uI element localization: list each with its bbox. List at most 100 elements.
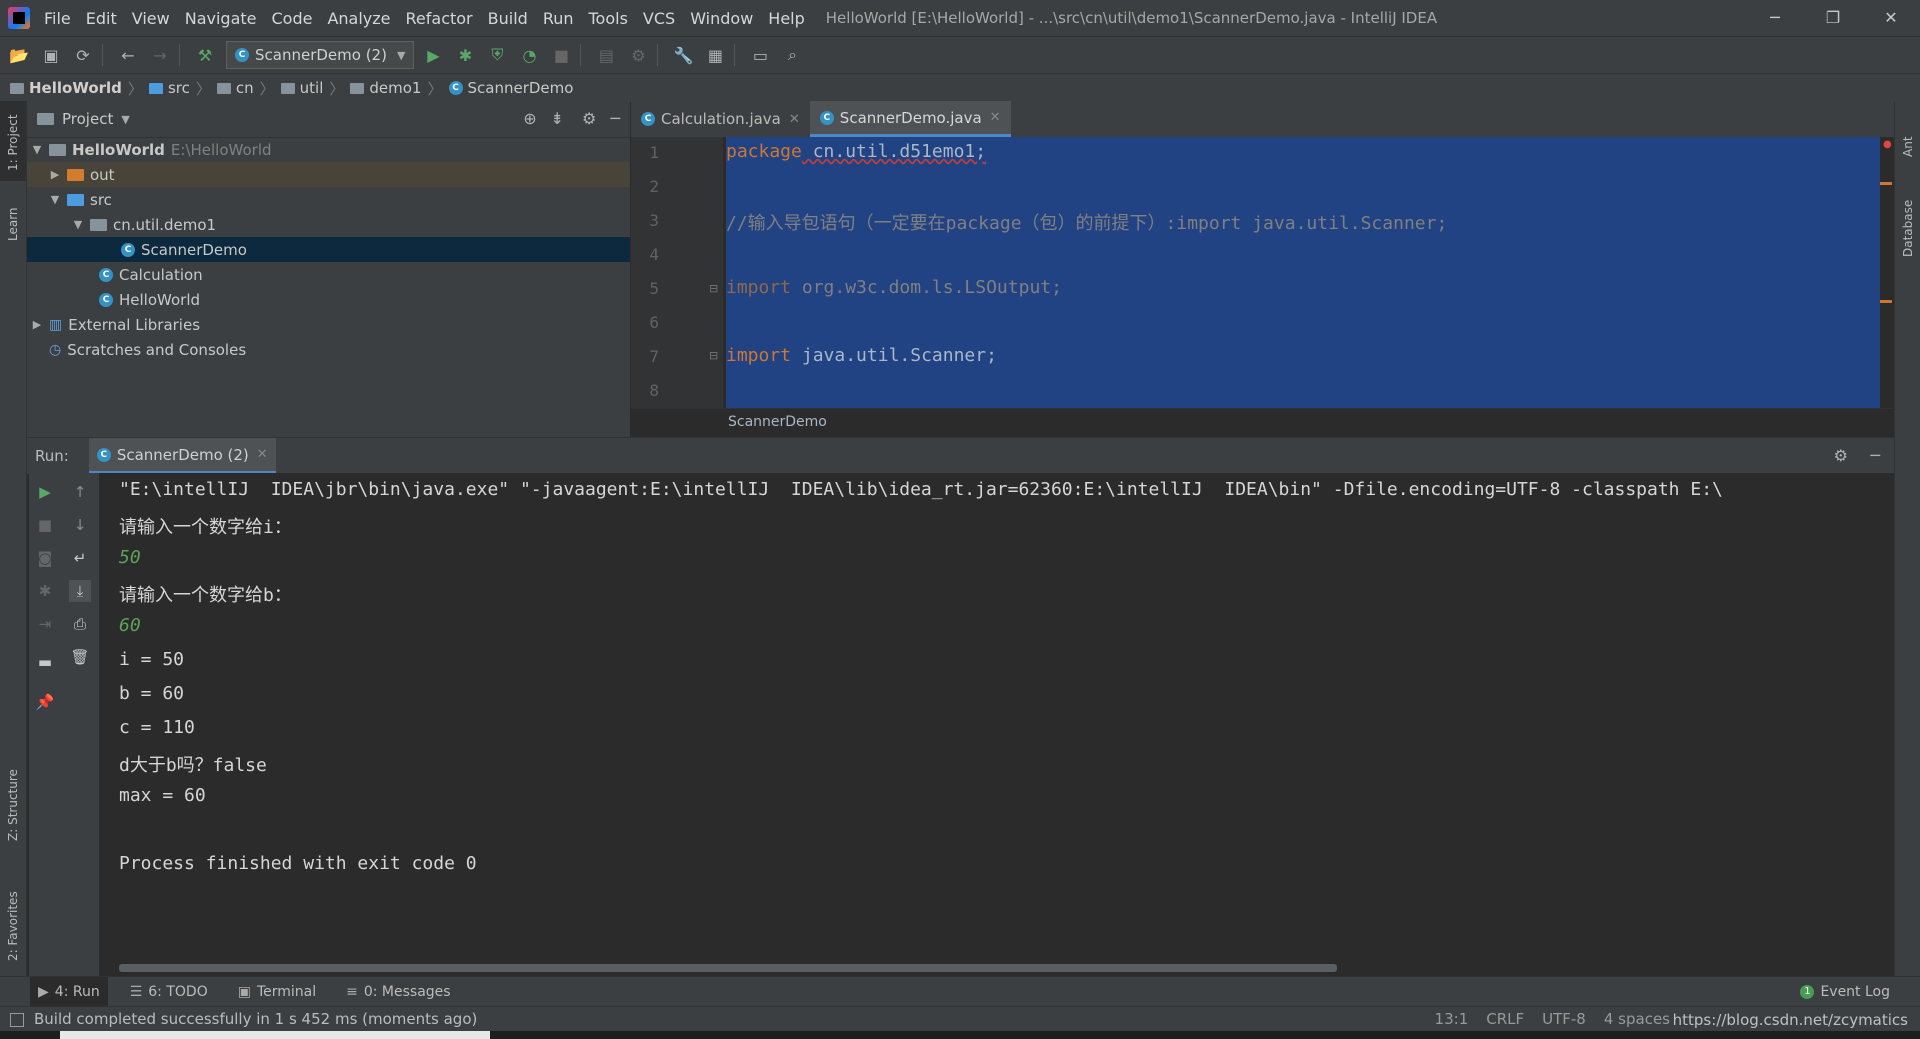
caret-position[interactable]: 13:1	[1435, 1010, 1469, 1028]
run-configuration-select[interactable]: C ScannerDemo (2) ▼	[226, 41, 415, 69]
soft-wrap-icon[interactable]: ↵	[69, 547, 91, 569]
stop-icon[interactable]: ■	[34, 514, 56, 536]
back-arrow-icon[interactable]: ←	[115, 42, 141, 68]
tool-tab-run[interactable]: ▶ 4: Run	[30, 977, 108, 1007]
tree-node-src[interactable]: ▼ src	[27, 187, 630, 212]
tool-tab-terminal[interactable]: ▣ Terminal	[230, 977, 324, 1007]
project-structure-icon[interactable]: ▦	[702, 42, 728, 68]
expanded-arrow-icon[interactable]: ▼	[72, 218, 84, 231]
project-view-select[interactable]: Project	[62, 110, 113, 128]
tab-scannerdemo[interactable]: C ScannerDemo.java ✕	[809, 101, 1011, 137]
fold-marker-icon[interactable]: ⊟	[709, 349, 718, 362]
expanded-arrow-icon[interactable]: ▼	[49, 193, 61, 206]
pin-icon[interactable]: 📌	[34, 691, 56, 713]
close-icon[interactable]: ✕	[1862, 0, 1920, 36]
tool-tab-ant[interactable]: Ant	[1895, 121, 1920, 161]
profile-icon[interactable]: ◔	[516, 42, 542, 68]
error-indicator-icon[interactable]: ●	[1883, 139, 1892, 150]
tree-node-helloworld[interactable]: C HelloWorld	[27, 287, 630, 312]
locate-target-icon[interactable]: ⊕	[523, 109, 536, 128]
menu-tools[interactable]: Tools	[589, 9, 628, 28]
tree-node-root[interactable]: ▼ HelloWorld E:\HelloWorld	[27, 137, 630, 162]
menu-analyze[interactable]: Analyze	[327, 9, 390, 28]
horizontal-scrollbar[interactable]	[119, 964, 1337, 972]
collapsed-arrow-icon[interactable]: ▶	[49, 168, 61, 181]
tree-node-scannerdemo[interactable]: C ScannerDemo	[27, 237, 630, 262]
menu-help[interactable]: Help	[768, 9, 804, 28]
error-stripe-mark[interactable]	[1880, 182, 1892, 185]
menu-code[interactable]: Code	[272, 9, 313, 28]
line-separator[interactable]: CRLF	[1486, 1010, 1524, 1028]
menu-refactor[interactable]: Refactor	[406, 9, 473, 28]
search-icon[interactable]: ⌕	[779, 42, 805, 68]
sync-icon[interactable]: ⟳	[70, 42, 96, 68]
code-area[interactable]: package cn.util.d51emo1; //输入导包语句（一定要在pa…	[726, 137, 1894, 408]
collapsed-arrow-icon[interactable]: ▶	[31, 318, 43, 331]
down-arrow-icon[interactable]: ↓	[69, 514, 91, 536]
open-folder-icon[interactable]: 📂	[6, 42, 32, 68]
exit-icon[interactable]: ⇥	[34, 613, 56, 635]
status-message[interactable]: Build completed successfully in 1 s 452 …	[34, 1010, 477, 1028]
tool-tab-project[interactable]: 1: Project	[0, 101, 26, 181]
restore-icon[interactable]: ❐	[1804, 0, 1862, 36]
chevron-down-icon[interactable]: ▼	[121, 113, 129, 126]
tree-node-scratches[interactable]: ◷ Scratches and Consoles	[27, 337, 630, 362]
tool-tab-database[interactable]: Database	[1895, 181, 1920, 261]
print-icon[interactable]: ⎙	[69, 613, 91, 635]
camera-icon[interactable]: ◙	[34, 547, 56, 569]
hide-panel-icon[interactable]: ─	[610, 109, 620, 128]
layout-icon[interactable]: ▬	[34, 651, 56, 673]
tab-calculation[interactable]: C Calculation.java ✕	[631, 101, 810, 137]
breadcrumb-item[interactable]: demo1	[350, 79, 421, 97]
menu-edit[interactable]: Edit	[86, 9, 117, 28]
menu-view[interactable]: View	[132, 9, 170, 28]
menu-file[interactable]: File	[44, 9, 71, 28]
forward-arrow-icon[interactable]: →	[147, 42, 173, 68]
debug-icon[interactable]: ✱	[452, 42, 478, 68]
tree-node-out[interactable]: ▶ out	[27, 162, 630, 187]
error-stripe[interactable]: ●	[1880, 137, 1894, 408]
tool-tab-todo[interactable]: ☰ 6: TODO	[122, 977, 216, 1007]
tool-tab-learn[interactable]: Learn	[0, 197, 26, 247]
breadcrumb-item[interactable]: HelloWorld	[10, 79, 122, 97]
expanded-arrow-icon[interactable]: ▼	[31, 143, 43, 156]
wrench-settings-icon[interactable]: 🔧	[670, 42, 696, 68]
rerun-icon[interactable]: ▶	[34, 481, 56, 503]
menu-navigate[interactable]: Navigate	[185, 9, 257, 28]
indent-setting[interactable]: 4 spaces	[1604, 1010, 1670, 1028]
close-icon[interactable]: ✕	[257, 447, 268, 462]
scroll-to-end-icon[interactable]: ⤓	[69, 580, 91, 602]
run-icon[interactable]: ▶	[420, 42, 446, 68]
editor-footer-class[interactable]: ScannerDemo	[728, 414, 827, 430]
close-icon[interactable]: ✕	[990, 110, 1001, 125]
hide-panel-icon[interactable]: ─	[1870, 446, 1880, 465]
vcs-commit-icon[interactable]: ⚙	[625, 42, 651, 68]
close-icon[interactable]: ✕	[789, 112, 800, 127]
tool-tab-favorites[interactable]: 2: Favorites	[0, 871, 26, 971]
fold-marker-icon[interactable]: ⊟	[709, 282, 718, 295]
vcs-update-icon[interactable]: ▤	[593, 42, 619, 68]
menu-vcs[interactable]: VCS	[643, 9, 675, 28]
tool-tab-structure[interactable]: Z: Structure	[0, 751, 26, 851]
event-log-button[interactable]: 1 Event Log	[1800, 984, 1890, 1000]
tree-node-external-libraries[interactable]: ▶ ▥ External Libraries	[27, 312, 630, 337]
menu-window[interactable]: Window	[690, 9, 753, 28]
code-editor[interactable]: 1 2 3 4 5 6 7 8 ⊟ ⊟ package cn.util.d51e…	[631, 137, 1894, 408]
stop-icon[interactable]: ■	[548, 42, 574, 68]
tool-tab-messages[interactable]: ≡ 0: Messages	[338, 977, 458, 1007]
gear-icon[interactable]: ⚙	[582, 109, 596, 128]
run-console[interactable]: "E:\intellIJ IDEA\jbr\bin\java.exe" "-ja…	[99, 473, 1894, 976]
menu-run[interactable]: Run	[543, 9, 574, 28]
breadcrumb-item[interactable]: src	[148, 79, 190, 97]
error-stripe-mark[interactable]	[1880, 300, 1892, 303]
collapse-all-icon[interactable]: ⇟	[551, 109, 564, 128]
breadcrumb-item[interactable]: util	[280, 79, 323, 97]
run-tab-scannerdemo[interactable]: C ScannerDemo (2) ✕	[88, 438, 276, 474]
debug-bug-icon[interactable]: ✱	[34, 580, 56, 602]
tree-node-package[interactable]: ▼ cn.util.demo1	[27, 212, 630, 237]
breadcrumb-item[interactable]: cn	[216, 79, 254, 97]
build-hammer-icon[interactable]: ⚒	[192, 42, 218, 68]
terminal-window-icon[interactable]: ▭	[747, 42, 773, 68]
tree-node-calculation[interactable]: C Calculation	[27, 262, 630, 287]
coverage-icon[interactable]: ⛨	[484, 42, 510, 68]
